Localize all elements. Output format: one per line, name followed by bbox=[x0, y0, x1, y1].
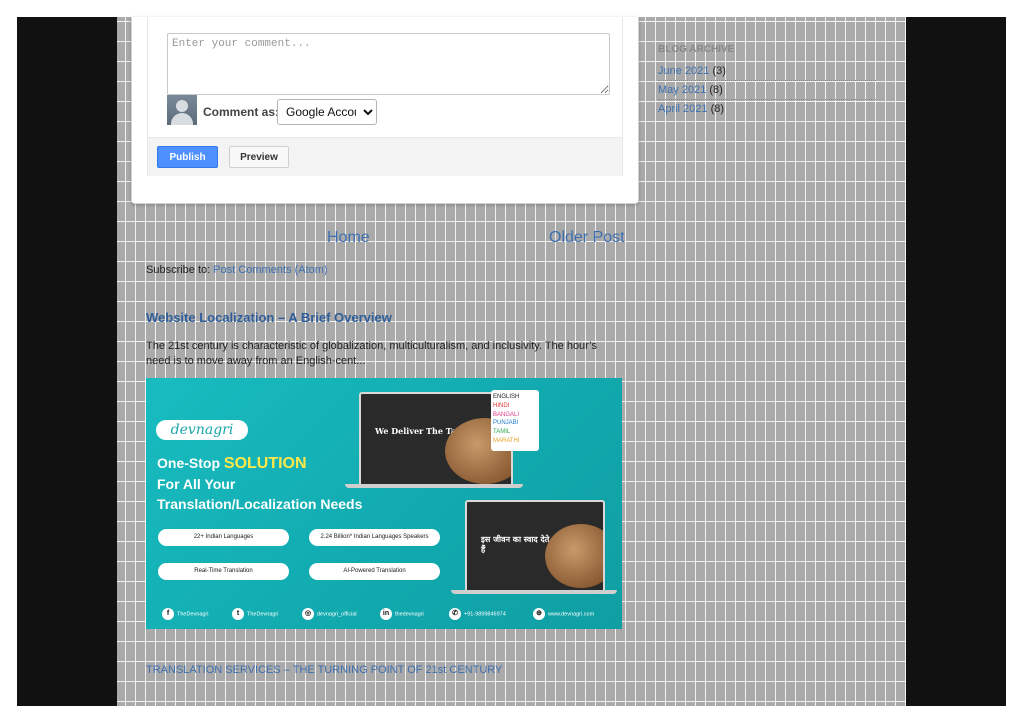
archive-count: (8) bbox=[710, 103, 725, 115]
archive-month-link[interactable]: June 2021 bbox=[658, 65, 709, 77]
headline-highlight: SOLUTION bbox=[223, 455, 307, 472]
whatsapp-icon: ✆ bbox=[449, 608, 461, 620]
twitter-icon: t bbox=[232, 608, 244, 620]
avatar-head bbox=[176, 100, 188, 112]
archive-item-may-2021: May 2021 (8) bbox=[658, 81, 876, 100]
avatar-body bbox=[171, 113, 193, 125]
laptop-english-base bbox=[345, 484, 523, 488]
comment-input[interactable] bbox=[167, 33, 610, 95]
laptop-hindi-base bbox=[451, 590, 617, 594]
laptop-english-screen: We Deliver The Taste Of Life bbox=[359, 392, 513, 486]
preview-button[interactable]: Preview bbox=[229, 146, 289, 168]
globe-icon: ⊕ bbox=[533, 608, 545, 620]
blog-archive-title: BLOG ARCHIVE bbox=[658, 44, 735, 55]
social-twitter: t TheDevnagri bbox=[232, 608, 279, 620]
headline-line1: One-Stop SOLUTION bbox=[157, 453, 362, 474]
post-title-link[interactable]: Website Localization – A Brief Overview bbox=[146, 310, 392, 325]
headline-line3: Translation/Localization Needs bbox=[157, 496, 363, 512]
comment-card: Comment as: Google Accoun Publish Previe… bbox=[131, 17, 639, 204]
subscribe-label: Subscribe to: bbox=[146, 264, 214, 276]
social-label: TheDevnagri bbox=[247, 611, 279, 618]
instagram-icon: ◎ bbox=[302, 608, 314, 620]
avatar bbox=[167, 95, 197, 125]
language-list: ENGLISH HINDI BANGALI PUNJABI TAMIL MARA… bbox=[491, 390, 539, 451]
banner-headline: One-Stop SOLUTION For All Your Translati… bbox=[157, 453, 362, 514]
archive-count: (8) bbox=[709, 84, 723, 96]
lang-item: MARATHI bbox=[493, 437, 520, 444]
post-comments-atom-link[interactable]: Post Comments (Atom) bbox=[213, 264, 327, 276]
archive-month-link[interactable]: April 2021 bbox=[658, 103, 708, 115]
archive-item-june-2021: June 2021 (3) bbox=[658, 62, 876, 81]
comment-as-label: Comment as: bbox=[203, 105, 280, 119]
lang-item: BANGALI bbox=[493, 411, 520, 418]
feature-realtime: Real-Time Translation bbox=[158, 563, 289, 580]
social-label: devnagri_official bbox=[317, 611, 357, 618]
laptop-hindi-screen: इस जीवन का स्वाद देते हैं bbox=[465, 500, 605, 592]
post-snippet: The 21st century is characteristic of gl… bbox=[146, 340, 597, 367]
archive-item-april-2021: April 2021 (8) bbox=[658, 100, 876, 118]
archive-count: (3) bbox=[712, 65, 726, 77]
social-label: +91-9899846974 bbox=[464, 611, 506, 618]
lang-item: TAMIL bbox=[493, 429, 511, 436]
social-whatsapp: ✆ +91-9899846974 bbox=[449, 608, 506, 620]
feature-ai: AI-Powered Translation bbox=[309, 563, 440, 580]
devnagri-logo: devnagri bbox=[156, 420, 248, 440]
post-banner-image[interactable]: devnagri One-Stop SOLUTION For All Your … bbox=[146, 378, 622, 629]
comment-action-bar: Publish Preview bbox=[148, 137, 622, 176]
archive-month-link[interactable]: May 2021 bbox=[658, 84, 706, 96]
social-website: ⊕ www.devnagri.com bbox=[533, 608, 594, 620]
feature-languages: 22+ Indian Languages bbox=[158, 529, 289, 546]
social-facebook: f TheDevnagri bbox=[162, 608, 209, 620]
headline-line2: For All Your bbox=[157, 476, 236, 492]
facebook-icon: f bbox=[162, 608, 174, 620]
publish-button[interactable]: Publish bbox=[157, 146, 218, 168]
lang-item: HINDI bbox=[493, 402, 510, 409]
social-label: www.devnagri.com bbox=[548, 611, 595, 618]
social-instagram: ◎ devnagri_official bbox=[302, 608, 357, 620]
next-post-title-link[interactable]: TRANSLATION SERVICES – THE TURNING POINT… bbox=[146, 664, 502, 676]
subscribe-line: Subscribe to: Post Comments (Atom) bbox=[146, 264, 328, 276]
comment-form: Comment as: Google Accoun Publish Previe… bbox=[147, 17, 623, 176]
lang-item: ENGLISH bbox=[493, 394, 520, 400]
home-link[interactable]: Home bbox=[327, 229, 370, 247]
headline-prefix: One-Stop bbox=[157, 455, 224, 471]
feature-speakers: 2.24 Billion* Indian Languages Speakers bbox=[309, 529, 440, 546]
lang-item: PUNJABI bbox=[493, 420, 519, 427]
screen-hindi-text: इस जीवन का स्वाद देते हैं bbox=[481, 534, 550, 554]
bread-image-hindi bbox=[545, 524, 603, 588]
comment-as-select[interactable]: Google Accoun bbox=[277, 99, 377, 125]
older-post-link[interactable]: Older Post bbox=[549, 229, 625, 247]
linkedin-icon: in bbox=[380, 608, 392, 620]
social-label: thedevnagri bbox=[395, 611, 424, 618]
social-linkedin: in thedevnagri bbox=[380, 608, 424, 620]
social-label: TheDevnagri bbox=[177, 611, 209, 618]
